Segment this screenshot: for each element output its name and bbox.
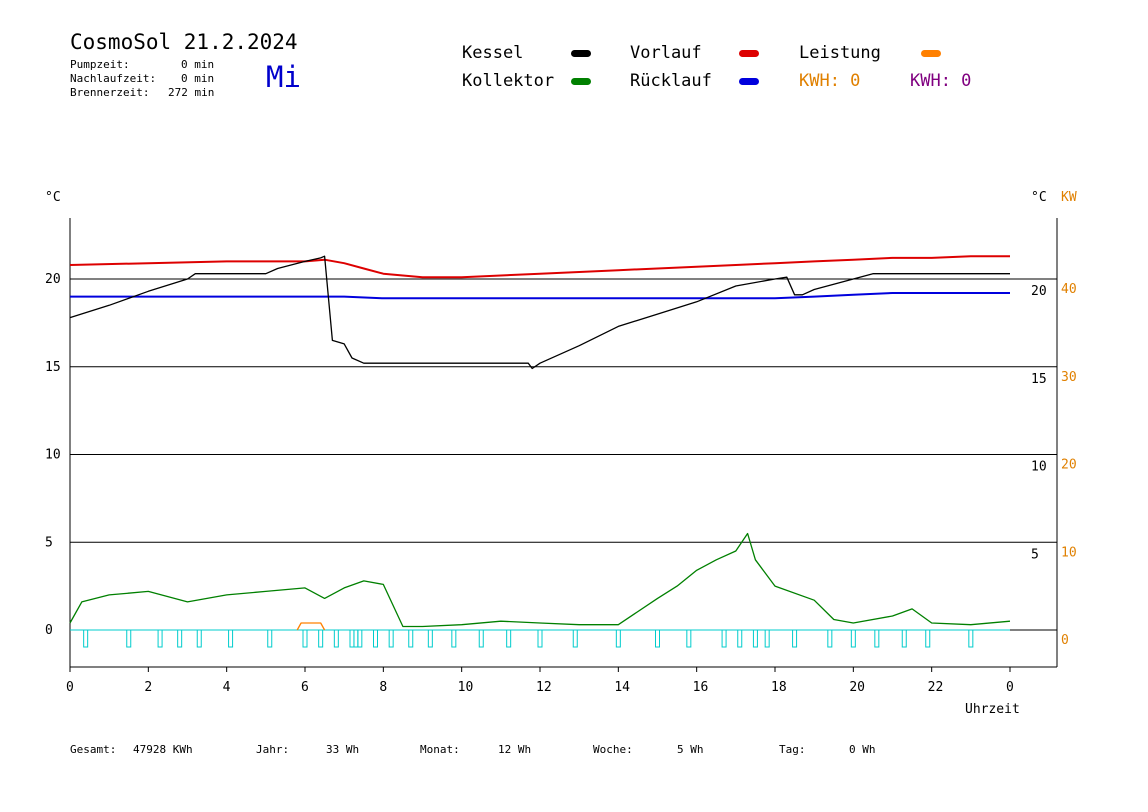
y-right-tick-label: 5 <box>1031 547 1039 562</box>
y-right-tick-label: 10 <box>1031 460 1047 475</box>
footer-monat-value: 12 Wh <box>498 743 532 756</box>
y2-tick-label: 0 <box>1061 633 1069 648</box>
pump-pulse <box>388 629 394 648</box>
y-left-tick-label: 0 <box>45 623 53 638</box>
pump-pulse <box>318 629 324 648</box>
pump-pulse <box>157 629 163 648</box>
pump-pulse <box>83 629 89 648</box>
y2-tick-label: 20 <box>1061 458 1077 473</box>
pump-pulse <box>925 629 931 648</box>
x-tick-label: 6 <box>301 680 309 695</box>
x-tick-label: 2 <box>144 680 152 695</box>
footer-monat-label: Monat: <box>420 743 460 756</box>
x-tick-label: 18 <box>771 680 787 695</box>
pump-pulse <box>901 629 907 648</box>
pump-pulse <box>302 629 308 648</box>
pump-pulse <box>478 629 484 648</box>
y-left-tick-label: 15 <box>45 360 61 375</box>
series-line-kollektor <box>69 532 1011 628</box>
y-left-tick-label: 10 <box>45 448 61 463</box>
x-tick-label: 8 <box>379 680 387 695</box>
series-line-ruecklauf <box>70 292 1010 300</box>
pump-pulse <box>267 629 273 648</box>
x-tick-label: 4 <box>223 680 231 695</box>
x-tick-label: 22 <box>928 680 944 695</box>
pump-pulse <box>126 629 132 648</box>
x-tick-label: 0 <box>1006 680 1014 695</box>
pump-pulse <box>827 629 833 648</box>
x-tick-label: 20 <box>849 680 865 695</box>
y-right-tick-label: 20 <box>1031 284 1047 299</box>
pump-pulse <box>686 629 692 648</box>
pump-pulse <box>373 629 378 648</box>
series-line-leistung <box>296 622 326 631</box>
footer-jahr-label: Jahr: <box>256 743 290 756</box>
pump-pulse <box>408 629 414 648</box>
footer-tag-value: 0 Wh <box>849 743 876 756</box>
x-tick-label: 16 <box>693 680 709 695</box>
x-tick-label: 10 <box>458 680 474 695</box>
x-tick-label: 12 <box>536 680 552 695</box>
pump-pulse <box>353 629 359 648</box>
footer-gesamt-label: Gesamt: <box>70 743 117 756</box>
pump-pulse <box>721 629 727 648</box>
footer-tag-label: Tag: <box>779 743 806 756</box>
footer-gesamt-value: 47928 KWh <box>133 743 193 756</box>
pump-pulse <box>752 629 758 648</box>
y2-tick-label: 30 <box>1061 370 1077 385</box>
chart-canvas: 0 5 10 15 20 5 10 15 20 0 10 20 30 40 0 2 4 6 8 10 12 14 16 18 2… <box>45 218 1077 695</box>
y2-tick-label: 10 <box>1061 545 1077 560</box>
pump-pulse <box>655 629 660 648</box>
pump-pulse <box>737 629 743 648</box>
footer-jahr-value: 33 Wh <box>326 743 360 756</box>
pump-pulse <box>615 629 621 648</box>
pump-pulse <box>874 629 880 648</box>
pump-pulse <box>792 629 798 648</box>
x-tick-label: 14 <box>614 680 630 695</box>
pump-pulse <box>506 629 512 648</box>
y-right-tick-label: 15 <box>1031 372 1047 387</box>
pump-pulse <box>968 629 974 648</box>
y-left-tick-label: 20 <box>45 272 61 287</box>
pump-pulse <box>764 629 770 648</box>
pump-pulse <box>427 629 433 648</box>
pump-pulse <box>537 629 543 648</box>
pump-pulse <box>572 629 578 648</box>
footer-woche-label: Woche: <box>593 743 633 756</box>
pump-pulse <box>357 629 363 648</box>
pump-pulse <box>451 629 457 648</box>
y-left-tick-label: 5 <box>45 535 53 550</box>
footer-woche-value: 5 Wh <box>677 743 704 756</box>
x-tick-label: 0 <box>66 680 74 695</box>
pump-pulse <box>349 629 355 648</box>
pump-pulse <box>196 629 202 648</box>
pump-pulse <box>850 629 856 648</box>
pump-pulse <box>333 629 339 648</box>
pump-pulse <box>177 629 183 648</box>
pump-pulse <box>228 629 234 648</box>
y2-tick-label: 40 <box>1061 282 1077 297</box>
